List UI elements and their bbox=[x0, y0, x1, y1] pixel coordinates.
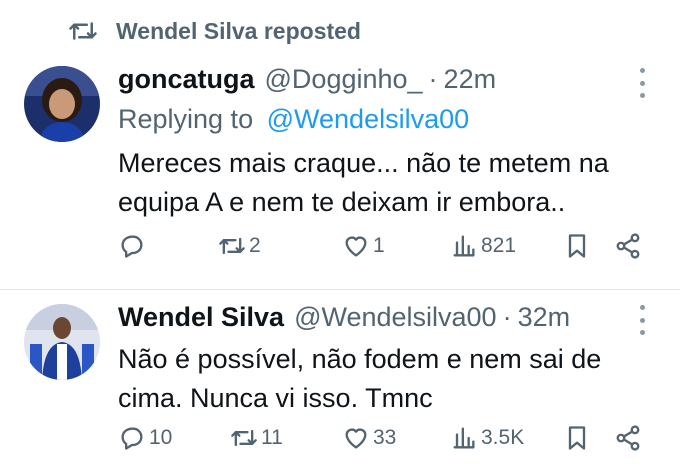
separator: · bbox=[428, 64, 438, 94]
tweet-header: goncatuga @Dogginho_ · 22m bbox=[118, 64, 496, 95]
bookmark-button[interactable] bbox=[563, 232, 591, 260]
heart-icon bbox=[345, 428, 367, 449]
repost-button[interactable]: 11 bbox=[230, 424, 283, 452]
views-button[interactable]: 3.5K bbox=[450, 424, 524, 452]
like-count: 33 bbox=[373, 426, 397, 449]
replying-label: Replying to bbox=[118, 104, 254, 134]
bookmark-icon bbox=[568, 426, 586, 450]
bookmark-icon bbox=[568, 234, 586, 258]
tweet-wendel-silva[interactable]: Wendel Silva @Wendelsilva00 · 32m Não é … bbox=[0, 290, 680, 475]
reply-count: 10 bbox=[149, 426, 173, 449]
views-button[interactable]: 821 bbox=[450, 232, 516, 260]
views-icon bbox=[453, 235, 475, 257]
author-name[interactable]: goncatuga bbox=[118, 64, 255, 95]
like-count: 1 bbox=[373, 234, 385, 257]
views-count: 3.5K bbox=[481, 426, 525, 449]
author-handle[interactable]: @Dogginho_ bbox=[265, 64, 423, 95]
heart-icon bbox=[345, 236, 367, 257]
share-button[interactable] bbox=[614, 232, 642, 260]
replying-to: Replying to @Wendelsilva00 bbox=[118, 104, 469, 135]
tweet-header: Wendel Silva @Wendelsilva00 · 32m bbox=[118, 302, 570, 333]
tweet-text-line: Mereces mais craque... não te metem na bbox=[118, 148, 609, 178]
tweet-text: Não é possível, não fodem e nem sai de c… bbox=[118, 340, 601, 418]
more-icon[interactable] bbox=[638, 68, 646, 98]
reply-icon bbox=[121, 235, 143, 258]
timestamp[interactable]: 22m bbox=[444, 64, 497, 95]
author-handle[interactable]: @Wendelsilva00 bbox=[294, 302, 497, 333]
repost-icon bbox=[231, 429, 257, 447]
timestamp[interactable]: 32m bbox=[518, 302, 571, 333]
author-name[interactable]: Wendel Silva bbox=[118, 302, 284, 333]
like-button[interactable]: 1 bbox=[342, 232, 385, 260]
separator: · bbox=[502, 302, 512, 332]
more-icon[interactable] bbox=[638, 305, 646, 335]
bookmark-button[interactable] bbox=[563, 424, 591, 452]
share-button[interactable] bbox=[614, 424, 642, 452]
mention-link[interactable]: @Wendelsilva00 bbox=[267, 104, 470, 134]
views-icon bbox=[453, 427, 475, 449]
action-bar: 10 11 33 3.5K bbox=[0, 424, 680, 464]
views-count: 821 bbox=[481, 234, 517, 257]
tweet-text-line: Não é possível, não fodem e nem sai de bbox=[118, 344, 602, 374]
repost-button[interactable]: 2 bbox=[218, 232, 261, 260]
action-bar: 2 1 821 bbox=[0, 232, 680, 272]
like-button[interactable]: 33 bbox=[342, 424, 396, 452]
share-icon bbox=[616, 233, 640, 259]
avatar[interactable] bbox=[24, 66, 100, 142]
reply-button[interactable]: 10 bbox=[118, 424, 172, 452]
tweet-goncatuga[interactable]: goncatuga @Dogginho_ · 22m Replying to @… bbox=[0, 0, 680, 289]
tweet-text-line: equipa A e nem te deixam ir embora.. bbox=[118, 187, 566, 217]
tweet-text: Mereces mais craque... não te metem na e… bbox=[118, 144, 609, 222]
repost-icon bbox=[219, 237, 245, 255]
reply-icon bbox=[121, 427, 143, 450]
tweet-text-line: cima. Nunca vi isso. Tmnc bbox=[118, 383, 433, 413]
avatar[interactable] bbox=[24, 304, 100, 380]
share-icon bbox=[616, 425, 640, 451]
repost-count: 11 bbox=[261, 426, 283, 449]
reply-button[interactable] bbox=[118, 232, 149, 260]
repost-count: 2 bbox=[249, 234, 261, 257]
